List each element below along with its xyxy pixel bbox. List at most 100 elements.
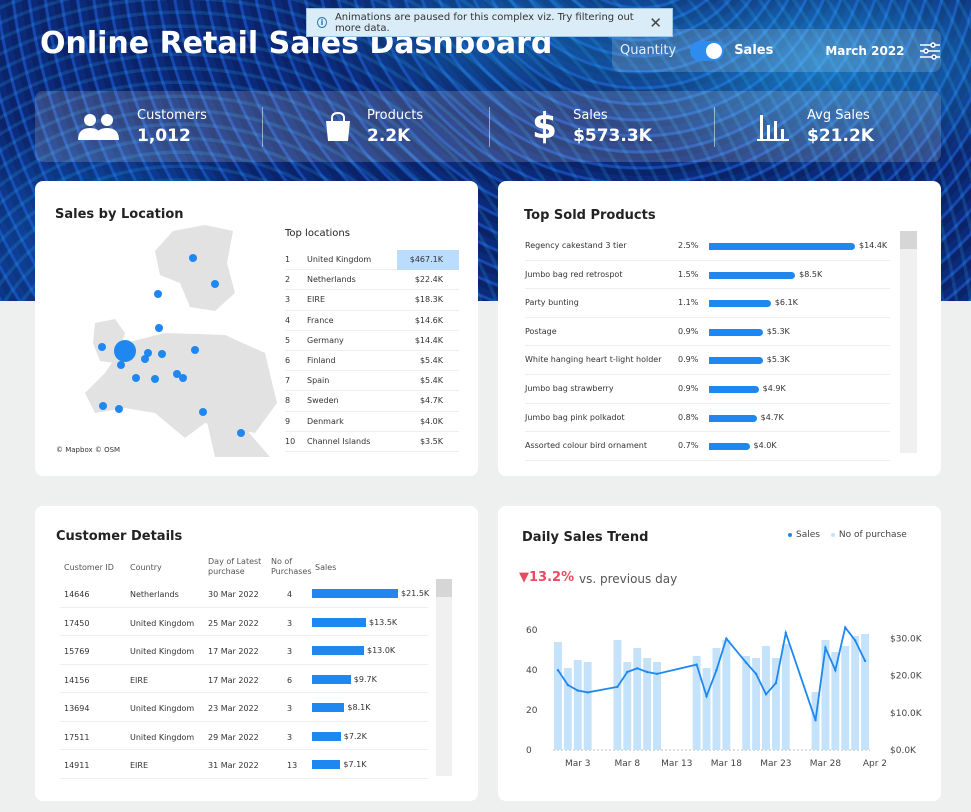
table-row[interactable]: 13694 United Kingdom 23 Mar 2022 3 $8.1K <box>60 693 428 722</box>
close-icon[interactable]: ✕ <box>649 14 662 32</box>
legend-swatch-purchases <box>830 532 835 537</box>
purchase-bar[interactable] <box>653 662 661 750</box>
purchase-bar[interactable] <box>781 644 790 750</box>
rank-cell: 2 <box>285 275 291 285</box>
filter-sliders-icon[interactable] <box>919 41 941 60</box>
col-header-purchases[interactable]: No of Purchases <box>271 557 313 577</box>
col-header-country[interactable]: Country <box>130 563 162 573</box>
sales-point[interactable] <box>556 668 560 672</box>
purchase-bar[interactable] <box>762 646 770 750</box>
table-row[interactable]: 8 Sweden $4.7K <box>285 391 459 412</box>
purchase-bar[interactable] <box>851 636 860 750</box>
sales-point[interactable] <box>616 685 619 689</box>
quantity-label[interactable]: Quantity <box>620 43 676 58</box>
table-row[interactable]: 14911 EIRE 31 Mar 2022 13 $7.1K <box>60 750 428 779</box>
purchase-bar[interactable] <box>554 642 562 750</box>
sales-point[interactable] <box>814 719 817 722</box>
sales-point[interactable] <box>576 689 579 692</box>
daily-sales-chart[interactable]: 0 20 40 60 $0.0K $10.0K $20.0K $30.0K Mar 3 Mar 8… <box>498 600 941 780</box>
scroll-thumb[interactable] <box>900 231 917 249</box>
card-title: Top Sold Products <box>524 208 656 223</box>
sales-point[interactable] <box>645 670 649 674</box>
sales-point[interactable] <box>754 672 758 676</box>
table-row[interactable]: Postage 0.9% $5.3K <box>525 318 890 347</box>
purchase-bar[interactable] <box>861 634 869 750</box>
table-row[interactable]: Jumbo bag strawberry 0.9% $4.9K <box>525 375 890 404</box>
col-header-id[interactable]: Customer ID <box>64 563 114 573</box>
sales-point[interactable] <box>774 681 778 685</box>
customers-scrollbar[interactable] <box>436 579 452 776</box>
table-row[interactable]: 1 United Kingdom $467.1K <box>285 249 459 271</box>
purchase-bar[interactable] <box>821 640 830 750</box>
table-row[interactable]: 7 Spain $5.4K <box>285 371 459 392</box>
purchase-bar[interactable] <box>722 640 731 750</box>
sales-point[interactable] <box>764 693 768 696</box>
purchase-bar[interactable] <box>583 662 592 750</box>
kpi-label: Sales <box>573 107 608 123</box>
purchase-bar[interactable] <box>841 646 850 750</box>
x-tick-label: Mar 13 <box>661 759 692 769</box>
sales-cell: $9.7K <box>353 674 377 684</box>
col-header-day[interactable]: Day of Latest purchase <box>208 557 270 577</box>
sales-point[interactable] <box>784 631 787 635</box>
table-row[interactable]: 14156 EIRE 17 Mar 2022 6 $9.7K <box>60 665 428 693</box>
sales-point[interactable] <box>824 646 827 650</box>
purchase-bar[interactable] <box>613 640 622 750</box>
sales-cell: $5.4K <box>419 376 443 386</box>
sales-point[interactable] <box>695 663 698 666</box>
europe-map[interactable] <box>55 223 277 457</box>
table-row[interactable]: 15769 United Kingdom 17 Mar 2022 3 $13.0K <box>60 636 428 665</box>
table-row[interactable]: Jumbo bag pink polkadot 0.8% $4.7K <box>525 404 890 433</box>
purchase-bar[interactable] <box>692 656 701 750</box>
sales-point[interactable] <box>844 626 847 629</box>
sales-point[interactable] <box>744 661 748 664</box>
sales-point[interactable] <box>566 683 570 687</box>
sales-point[interactable] <box>626 670 629 674</box>
table-row[interactable]: 4 France $14.6K <box>285 311 459 331</box>
sales-point[interactable] <box>715 668 718 672</box>
table-row[interactable]: Party bunting 1.1% $6.1K <box>525 289 890 318</box>
product-sales: $14.4K <box>859 241 888 250</box>
table-row[interactable]: 2 Netherlands $22.4K <box>285 270 459 291</box>
day-cell: 31 Mar 2022 <box>208 761 259 770</box>
table-row[interactable]: 17511 United Kingdom 29 Mar 2022 3 $7.2K <box>60 722 428 750</box>
sales-point[interactable] <box>834 668 837 672</box>
table-row[interactable]: White hanging heart t-light holder 0.9% $5… <box>525 346 890 375</box>
sales-cell: $14.4K <box>414 335 443 345</box>
table-row[interactable]: 6 Finland $5.4K <box>285 351 459 372</box>
col-header-sales[interactable]: Sales <box>315 563 336 573</box>
table-row[interactable]: 10 Channel Islands $3.5K <box>285 432 459 452</box>
table-row[interactable]: 14646 Netherlands 30 Mar 2022 4 $21.5K <box>60 579 430 608</box>
table-row[interactable]: Regency cakestand 3 tier 2.5% $14.4K <box>525 232 890 261</box>
rank-cell: 1 <box>285 255 291 265</box>
sales-label[interactable]: Sales <box>734 43 773 58</box>
y-tick-left: 40 <box>526 666 538 676</box>
card-title: Daily Sales Trend <box>522 530 649 545</box>
table-row[interactable]: 3 EIRE $18.3K <box>285 290 459 311</box>
purchase-bar[interactable] <box>573 660 582 750</box>
purchase-bar[interactable] <box>702 668 711 750</box>
sales-point[interactable] <box>863 659 867 663</box>
sales-point[interactable] <box>655 672 659 676</box>
purchase-bar[interactable] <box>742 656 751 750</box>
sales-cell: $21.5K <box>401 589 430 598</box>
product-name: Jumbo bag pink polkadot <box>525 412 625 422</box>
table-row[interactable]: Assorted colour bird ornament 0.7% $4.0K <box>525 432 890 461</box>
month-selector[interactable]: March 2022 <box>825 44 904 58</box>
delta-value: ▼13.2% <box>519 570 575 585</box>
sales-point[interactable] <box>586 691 589 694</box>
sales-point[interactable] <box>725 637 728 640</box>
table-row[interactable]: Jumbo bag red retrospot 1.5% $8.5K <box>525 261 890 290</box>
count-cell: 6 <box>287 675 293 685</box>
sales-point[interactable] <box>636 667 639 670</box>
purchase-bar[interactable] <box>633 648 642 750</box>
table-row[interactable]: 17450 United Kingdom 25 Mar 2022 3 $13.5K <box>60 608 428 636</box>
country-cell: Finland <box>307 356 336 366</box>
products-scrollbar[interactable] <box>900 231 917 453</box>
scroll-thumb[interactable] <box>436 579 452 597</box>
sales-point[interactable] <box>705 694 708 698</box>
table-row[interactable]: 5 Germany $14.4K <box>285 331 459 351</box>
metric-toggle[interactable] <box>690 40 725 61</box>
table-row[interactable]: 9 Denmark $4.0K <box>285 412 459 432</box>
sales-point[interactable] <box>853 639 857 642</box>
